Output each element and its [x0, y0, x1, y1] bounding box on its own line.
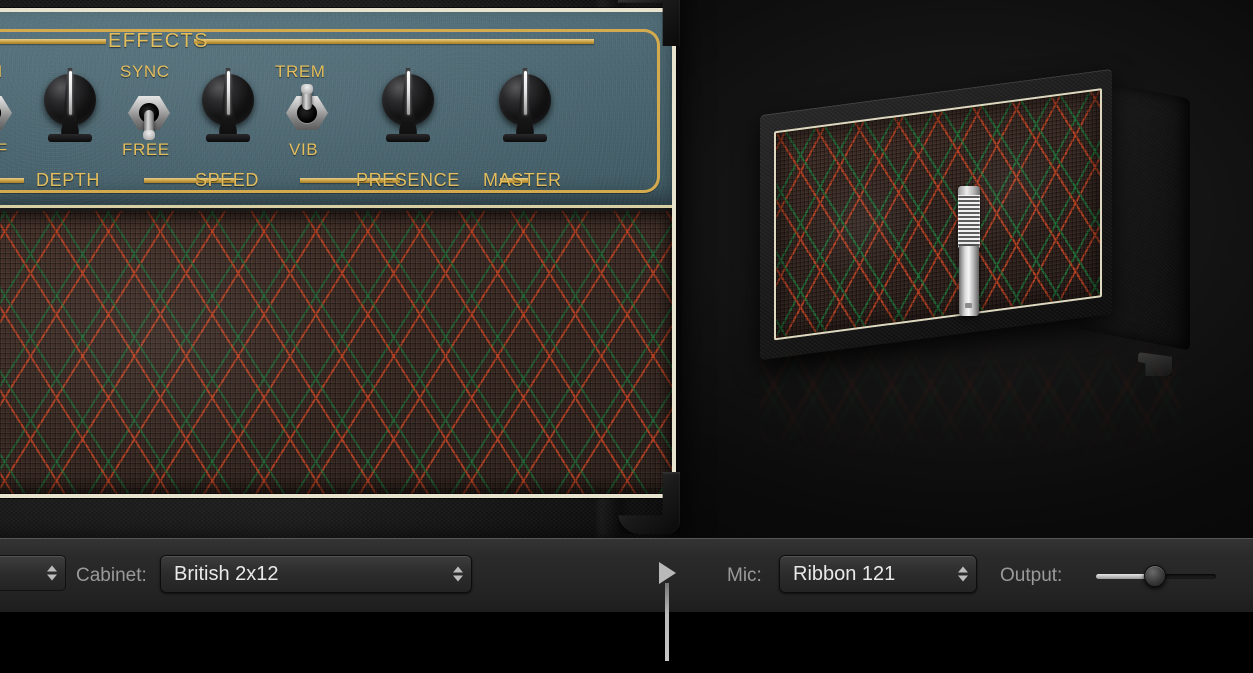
trem-vib-bottom-label: VIB	[289, 140, 319, 159]
power-switch-bottom-label: OFF	[0, 140, 8, 160]
callout-stem	[665, 583, 669, 661]
amp-designer-window: EFFECTS ON OFF	[0, 0, 1253, 673]
mic-label: Mic:	[727, 564, 762, 586]
sync-switch-bottom-label: FREE	[122, 140, 170, 159]
depth-knob-label: DEPTH	[36, 170, 101, 190]
sync-switch[interactable]	[126, 90, 172, 140]
trem-vib-top-label: TREM	[275, 62, 326, 81]
knob-indicator-line	[523, 71, 527, 115]
speed-knob-label: SPEED	[195, 170, 260, 190]
mic-grille-head	[958, 186, 980, 248]
effects-section-title: EFFECTS	[108, 30, 209, 52]
callout-pointer	[655, 562, 681, 662]
mic-select[interactable]: Ribbon 121	[779, 555, 977, 593]
amp-faceplate: EFFECTS ON OFF	[0, 8, 676, 498]
presence-knob-label: PRESENCE	[356, 170, 460, 190]
page-background	[0, 612, 1253, 673]
amp-stage: EFFECTS ON OFF	[0, 0, 1253, 538]
up-down-stepper-icon	[958, 566, 968, 582]
knob-indicator-line	[68, 71, 72, 115]
output-slider[interactable]	[1096, 564, 1216, 587]
amp-control-panel: EFFECTS ON OFF	[0, 12, 672, 208]
sync-switch-top-label: SYNC	[120, 62, 170, 81]
knob-indicator-line	[406, 71, 410, 115]
amplifier-head: EFFECTS ON OFF	[0, 0, 682, 538]
up-down-stepper-icon	[47, 565, 57, 581]
triangle-pointer-icon	[659, 562, 676, 584]
up-down-stepper-icon	[453, 566, 463, 582]
output-label: Output:	[1000, 564, 1063, 586]
toggle-tip	[143, 130, 155, 140]
amp-grille-cloth	[0, 211, 672, 494]
mic-body	[959, 246, 979, 316]
output-slider-thumb[interactable]	[1144, 564, 1166, 587]
toggle-nut	[0, 96, 12, 130]
power-switch-top-label: ON	[0, 62, 3, 82]
cabinet-grille-cloth	[774, 88, 1102, 341]
amp-model-stepper[interactable]	[0, 555, 66, 591]
bottom-toolbar: Cabinet: British 2x12 Mic: Ribbon 121 Ou…	[0, 538, 1253, 612]
cabinet-label: Cabinet:	[76, 564, 147, 586]
knob-skirt	[48, 134, 92, 142]
knob-skirt	[206, 134, 250, 142]
gold-rule-left	[0, 39, 106, 44]
presence-knob[interactable]	[378, 68, 438, 142]
knob-skirt	[503, 134, 547, 142]
cabinet-foot	[1138, 352, 1172, 376]
effects-power-switch[interactable]	[0, 90, 14, 136]
knob-indicator-line	[226, 71, 230, 115]
depth-knob[interactable]	[40, 68, 100, 142]
ribbon-microphone-icon[interactable]	[958, 186, 980, 316]
gold-rule-bottom-1	[0, 178, 24, 183]
speed-knob[interactable]	[198, 68, 258, 142]
mic-select-value: Ribbon 121	[793, 562, 896, 585]
master-knob-label: MASTER	[483, 170, 562, 190]
cabinet-select-value: British 2x12	[174, 562, 279, 585]
cabinet-select[interactable]: British 2x12	[160, 555, 472, 593]
trem-vib-switch[interactable]	[284, 84, 330, 136]
gold-rule-right	[194, 39, 594, 44]
cabinet-front-panel	[760, 68, 1112, 361]
knob-skirt	[386, 134, 430, 142]
master-knob[interactable]	[495, 68, 555, 142]
toggle-tip	[301, 84, 313, 94]
